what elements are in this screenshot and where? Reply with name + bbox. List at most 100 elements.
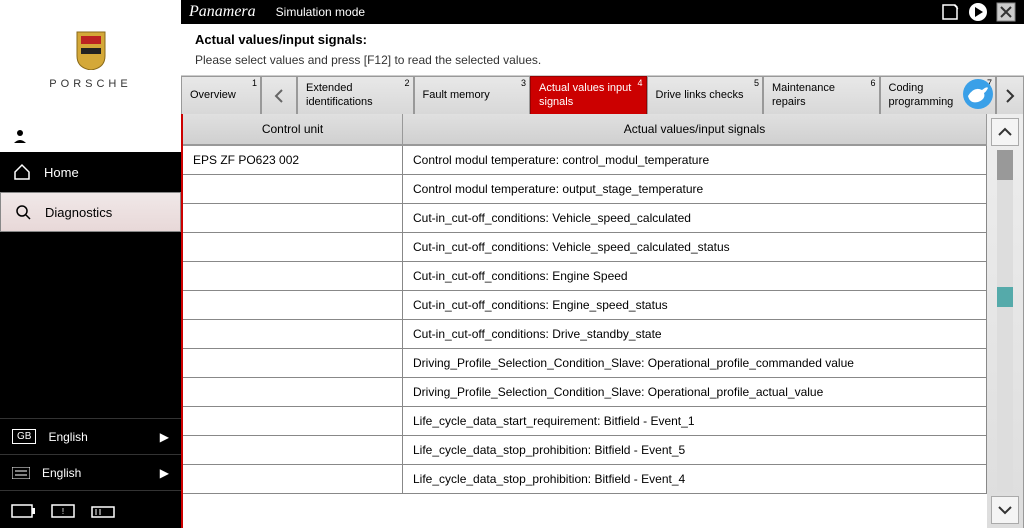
tab-label: Maintenance repairs [772, 82, 871, 108]
table-row[interactable]: Cut-in_cut-off_conditions: Vehicle_speed… [183, 233, 987, 262]
close-icon[interactable] [996, 2, 1016, 22]
tab-maintenance[interactable]: 6Maintenance repairs [763, 76, 880, 114]
svg-text:!: ! [62, 507, 64, 516]
sidebar-item-home[interactable]: Home [0, 152, 181, 192]
table-row[interactable]: Cut-in_cut-off_conditions: Engine_speed_… [183, 291, 987, 320]
main-area: Panamera Simulation mode Actual values/i… [181, 0, 1024, 528]
device-2-icon[interactable] [90, 499, 118, 521]
tab-label: Drive links checks [656, 89, 744, 102]
tab-bar: 1Overview 2Extended identifications 3Fau… [181, 76, 1024, 114]
language-label: English [48, 430, 87, 444]
cell-value: Cut-in_cut-off_conditions: Vehicle_speed… [403, 204, 987, 232]
table-row[interactable]: Driving_Profile_Selection_Condition_Slav… [183, 349, 987, 378]
page-subtitle: Please select values and press [F12] to … [195, 53, 1010, 67]
cell-control-unit [183, 349, 403, 377]
cell-value: Life_cycle_data_start_requirement: Bitfi… [403, 407, 987, 435]
tab-label: Overview [190, 89, 236, 102]
cell-control-unit [183, 320, 403, 348]
table-row[interactable]: Driving_Profile_Selection_Condition_Slav… [183, 378, 987, 407]
tab-label: Fault memory [423, 89, 490, 102]
chevron-up-icon [997, 126, 1013, 138]
tab-actual-values[interactable]: 4Actual values input signals [530, 76, 647, 114]
cell-value: Cut-in_cut-off_conditions: Engine Speed [403, 262, 987, 290]
model-title: Panamera [189, 3, 256, 21]
cell-control-unit [183, 204, 403, 232]
bottom-toolbar: ! [0, 490, 181, 528]
bird-icon[interactable] [962, 78, 994, 110]
tab-fault-memory[interactable]: 3Fault memory [414, 76, 531, 114]
col-actual-values: Actual values/input signals [403, 114, 987, 144]
simulation-mode-label: Simulation mode [276, 5, 365, 19]
scroll-thumb[interactable] [997, 150, 1013, 180]
page-header: Actual values/input signals: Please sele… [181, 24, 1024, 76]
sidebar-item-label: Diagnostics [45, 205, 112, 220]
cell-value: Cut-in_cut-off_conditions: Engine_speed_… [403, 291, 987, 319]
scroll-thumb-secondary[interactable] [997, 287, 1013, 307]
table-row[interactable]: EPS ZF PO623 002Control modul temperatur… [183, 146, 987, 175]
cell-control-unit [183, 175, 403, 203]
cell-value: Control modul temperature: control_modul… [403, 146, 987, 174]
cell-control-unit [183, 378, 403, 406]
tab-extended-identifications[interactable]: 2Extended identifications [297, 76, 414, 114]
values-table: Control unit Actual values/input signals… [181, 114, 1024, 528]
cell-control-unit [183, 262, 403, 290]
page-title: Actual values/input signals: [195, 32, 1010, 47]
language-label: English [42, 466, 81, 480]
language-badge: GB [12, 429, 36, 444]
save-icon[interactable] [940, 2, 960, 22]
tab-label: Actual values input signals [539, 82, 638, 108]
cell-control-unit [183, 465, 403, 493]
cell-value: Life_cycle_data_stop_prohibition: Bitfie… [403, 436, 987, 464]
language-selector-2[interactable]: English ▶ [0, 454, 181, 490]
scroll-column [987, 114, 1023, 528]
table-row[interactable]: Cut-in_cut-off_conditions: Engine Speed [183, 262, 987, 291]
table-row[interactable]: Cut-in_cut-off_conditions: Vehicle_speed… [183, 204, 987, 233]
home-icon [12, 162, 32, 182]
tab-prev[interactable] [261, 76, 297, 114]
chevron-left-icon [271, 88, 287, 104]
sidebar-item-diagnostics[interactable]: Diagnostics [0, 192, 181, 232]
cell-control-unit [183, 436, 403, 464]
table-row[interactable]: Control modul temperature: output_stage_… [183, 175, 987, 204]
sidebar-item-label: Home [44, 165, 79, 180]
table-row[interactable]: Life_cycle_data_stop_prohibition: Bitfie… [183, 436, 987, 465]
tab-overview[interactable]: 1Overview [181, 76, 261, 114]
table-header: Control unit Actual values/input signals [183, 114, 987, 145]
tab-next[interactable] [996, 76, 1024, 114]
cell-control-unit [183, 233, 403, 261]
cell-value: Life_cycle_data_stop_prohibition: Bitfie… [403, 465, 987, 493]
cell-value: Cut-in_cut-off_conditions: Drive_standby… [403, 320, 987, 348]
brand-logo-area: PORSCHE [0, 0, 181, 120]
sidebar: PORSCHE Home Diagnostics [0, 0, 181, 528]
chevron-right-icon: ▶ [160, 430, 169, 444]
scroll-track[interactable] [997, 150, 1013, 492]
cell-value: Control modul temperature: output_stage_… [403, 175, 987, 203]
cell-control-unit [183, 407, 403, 435]
keyboard-icon [12, 467, 30, 479]
cell-control-unit: EPS ZF PO623 002 [183, 146, 403, 174]
table-row[interactable]: Life_cycle_data_start_requirement: Bitfi… [183, 407, 987, 436]
cell-control-unit [183, 291, 403, 319]
cell-value: Driving_Profile_Selection_Condition_Slav… [403, 378, 987, 406]
battery-icon[interactable] [10, 499, 38, 521]
scroll-up-button[interactable] [991, 118, 1019, 146]
tab-label: Extended identifications [306, 82, 405, 108]
device-1-icon[interactable]: ! [50, 499, 78, 521]
table-row[interactable]: Life_cycle_data_stop_prohibition: Bitfie… [183, 465, 987, 494]
diagnostics-icon [13, 202, 33, 222]
porsche-crest-icon [75, 30, 107, 70]
topbar: Panamera Simulation mode [181, 0, 1024, 24]
brand-name: PORSCHE [49, 78, 131, 90]
tab-drive-links[interactable]: 5Drive links checks [647, 76, 764, 114]
cell-value: Cut-in_cut-off_conditions: Vehicle_speed… [403, 233, 987, 261]
chevron-right-icon [1002, 88, 1018, 104]
col-control-unit: Control unit [183, 114, 403, 144]
language-selector-1[interactable]: GB English ▶ [0, 418, 181, 454]
cell-value: Driving_Profile_Selection_Condition_Slav… [403, 349, 987, 377]
chevron-right-icon: ▶ [160, 466, 169, 480]
chevron-down-icon [997, 504, 1013, 516]
user-bar[interactable] [0, 120, 181, 152]
scroll-down-button[interactable] [991, 496, 1019, 524]
play-icon[interactable] [968, 2, 988, 22]
table-row[interactable]: Cut-in_cut-off_conditions: Drive_standby… [183, 320, 987, 349]
